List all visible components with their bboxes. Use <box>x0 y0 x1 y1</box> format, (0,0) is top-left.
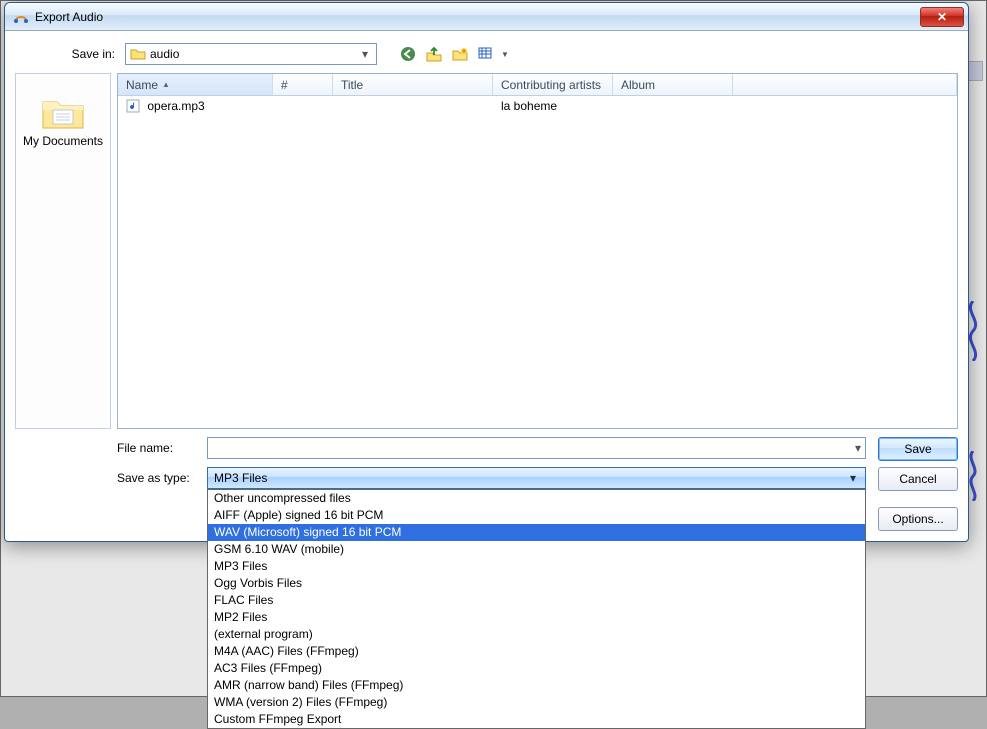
file-name: opera.mp3 <box>147 99 204 113</box>
file-list[interactable]: opera.mp3 la boheme <box>118 96 957 428</box>
dropdown-option[interactable]: MP3 Files <box>208 558 865 575</box>
place-label: My Documents <box>23 134 103 148</box>
column-headers: Name ▲ # Title Contributing artists Albu… <box>118 74 957 96</box>
back-button[interactable] <box>397 43 419 65</box>
file-row[interactable]: opera.mp3 la boheme <box>118 96 957 116</box>
close-button[interactable]: ✕ <box>920 7 964 27</box>
chevron-down-icon: ▾ <box>845 471 861 485</box>
column-album[interactable]: Album <box>613 74 733 95</box>
dropdown-option[interactable]: MP2 Files <box>208 609 865 626</box>
dropdown-option[interactable]: AMR (narrow band) Files (FFmpeg) <box>208 677 865 694</box>
save-in-combo[interactable]: audio ▾ <box>125 43 377 65</box>
dropdown-option[interactable]: M4A (AAC) Files (FFmpeg) <box>208 643 865 660</box>
chevron-down-icon: ▾ <box>358 47 372 61</box>
places-bar: My Documents <box>15 73 111 429</box>
place-my-documents[interactable]: My Documents <box>23 92 103 148</box>
sort-asc-icon: ▲ <box>162 80 170 89</box>
save-as-type-label: Save as type: <box>117 471 207 485</box>
options-button[interactable]: Options... <box>878 507 958 531</box>
column-label: Album <box>621 78 655 92</box>
dropdown-option[interactable]: Custom FFmpeg Export <box>208 711 865 728</box>
titlebar[interactable]: Export Audio ✕ <box>5 3 968 31</box>
column-title[interactable]: Title <box>333 74 493 95</box>
up-one-level-button[interactable] <box>423 43 445 65</box>
filename-input[interactable]: ▾ <box>207 437 866 459</box>
dropdown-option[interactable]: FLAC Files <box>208 592 865 609</box>
save-in-label: Save in: <box>59 47 115 61</box>
view-menu-button[interactable] <box>475 43 497 65</box>
folder-icon <box>130 46 146 62</box>
cancel-button[interactable]: Cancel <box>878 467 958 491</box>
column-label: Contributing artists <box>501 78 601 92</box>
dropdown-option[interactable]: GSM 6.10 WAV (mobile) <box>208 541 865 558</box>
file-list-area: Name ▲ # Title Contributing artists Albu… <box>117 73 958 429</box>
dropdown-option[interactable]: AIFF (Apple) signed 16 bit PCM <box>208 507 865 524</box>
save-as-type-dropdown[interactable]: Other uncompressed filesAIFF (Apple) sig… <box>207 489 866 729</box>
column-label: Name <box>126 78 158 92</box>
dropdown-option[interactable]: WAV (Microsoft) signed 16 bit PCM <box>208 524 865 541</box>
filename-label: File name: <box>117 441 207 455</box>
save-as-type-combo[interactable]: MP3 Files ▾ <box>207 467 866 489</box>
export-audio-dialog: Export Audio ✕ Save in: audio ▾ <box>4 2 969 542</box>
save-in-row: Save in: audio ▾ <box>15 37 958 73</box>
dropdown-option[interactable]: AC3 Files (FFmpeg) <box>208 660 865 677</box>
column-label: # <box>281 78 288 92</box>
save-in-value: audio <box>150 47 354 61</box>
audio-file-icon <box>126 99 140 113</box>
column-num[interactable]: # <box>273 74 333 95</box>
column-artists[interactable]: Contributing artists <box>493 74 613 95</box>
dropdown-option[interactable]: Other uncompressed files <box>208 490 865 507</box>
dropdown-option[interactable]: Ogg Vorbis Files <box>208 575 865 592</box>
chevron-down-icon: ▼ <box>501 50 509 59</box>
file-artists: la boheme <box>493 99 613 113</box>
column-label: Title <box>341 78 363 92</box>
new-folder-button[interactable] <box>449 43 471 65</box>
app-icon <box>13 9 29 25</box>
close-icon: ✕ <box>937 10 947 24</box>
dropdown-option[interactable]: (external program) <box>208 626 865 643</box>
save-button[interactable]: Save <box>878 437 958 461</box>
chevron-down-icon: ▾ <box>855 441 861 455</box>
folder-icon <box>39 92 87 132</box>
save-as-type-value: MP3 Files <box>214 471 267 485</box>
column-name[interactable]: Name ▲ <box>118 74 273 95</box>
dialog-title: Export Audio <box>35 10 920 24</box>
column-spacer <box>733 74 957 95</box>
